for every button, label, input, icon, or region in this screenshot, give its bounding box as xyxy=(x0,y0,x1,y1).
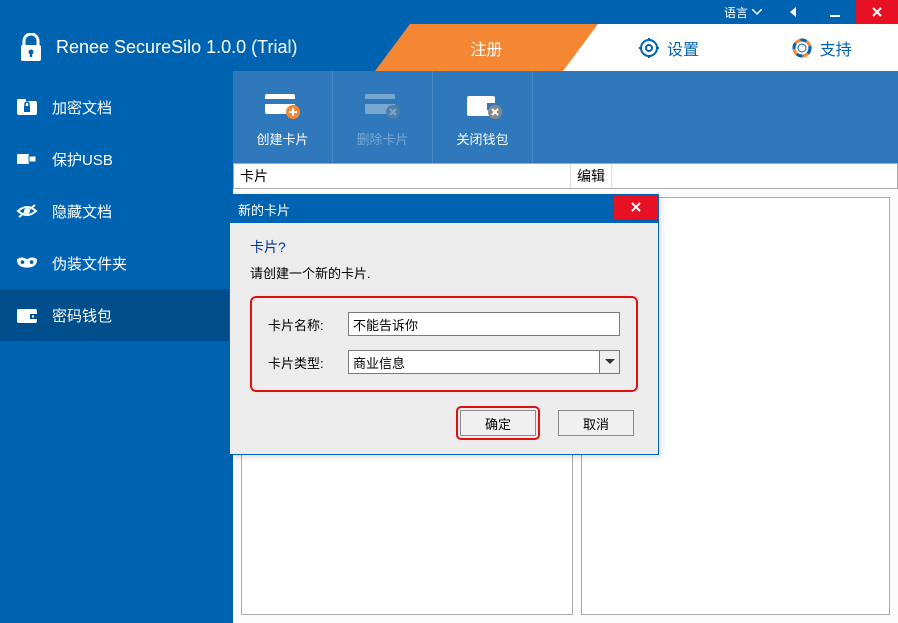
cancel-button[interactable]: 取消 xyxy=(558,410,634,436)
app-brand: Renee SecureSilo 1.0.0 (Trial) xyxy=(0,24,410,71)
create-card-button[interactable]: 创建卡片 xyxy=(233,71,333,163)
minimize-icon xyxy=(828,5,842,19)
sidebar-item-label: 伪装文件夹 xyxy=(52,253,127,274)
sidebar-item-password-wallet[interactable]: 密码钱包 xyxy=(0,289,233,341)
header: Renee SecureSilo 1.0.0 (Trial) 注册 设置 支持 xyxy=(0,24,898,71)
new-card-dialog: 新的卡片 卡片? 请创建一个新的卡片. 卡片名称: 卡片类型: xyxy=(229,194,659,455)
sidebar-item-label: 保护USB xyxy=(52,149,113,170)
close-button[interactable] xyxy=(856,0,898,24)
tab-support-label: 支持 xyxy=(820,36,852,60)
chevron-down-icon xyxy=(752,9,762,15)
sidebar-item-protect-usb[interactable]: 保护USB xyxy=(0,133,233,185)
sidebar-item-label: 加密文档 xyxy=(52,97,112,118)
language-label: 语言 xyxy=(724,4,748,21)
gear-icon xyxy=(639,38,659,58)
language-menu[interactable]: 语言 xyxy=(714,0,772,24)
app-title: Renee SecureSilo 1.0.0 (Trial) xyxy=(56,37,297,58)
card-type-label: 卡片类型: xyxy=(268,353,348,372)
eye-off-icon xyxy=(16,203,38,219)
sidebar: 加密文档 保护USB 隐藏文档 伪装文件夹 密码钱包 xyxy=(0,71,233,623)
card-type-select[interactable] xyxy=(348,350,620,374)
chevron-down-icon[interactable] xyxy=(599,351,619,373)
card-name-input[interactable] xyxy=(348,312,620,336)
toolbar: 创建卡片 删除卡片 关闭钱包 xyxy=(233,71,898,163)
folder-lock-icon xyxy=(16,98,38,116)
lifebuoy-icon xyxy=(792,38,812,58)
tab-register[interactable]: 注册 xyxy=(410,24,563,71)
ok-button[interactable]: 确定 xyxy=(460,410,536,436)
close-wallet-button[interactable]: 关闭钱包 xyxy=(433,71,533,163)
dialog-title-bar[interactable]: 新的卡片 xyxy=(230,195,658,223)
tab-settings-label: 设置 xyxy=(667,36,699,60)
column-headers: 卡片 编辑 xyxy=(233,163,898,189)
card-type-row: 卡片类型: xyxy=(268,350,620,374)
dialog-body: 卡片? 请创建一个新的卡片. 卡片名称: 卡片类型: 确定 取消 xyxy=(230,223,658,454)
tab-register-label: 注册 xyxy=(470,36,502,60)
wallet-icon xyxy=(16,306,38,324)
usb-icon xyxy=(16,151,38,167)
minimize-button[interactable] xyxy=(814,0,856,24)
card-name-label: 卡片名称: xyxy=(268,315,348,334)
card-name-row: 卡片名称: xyxy=(268,312,620,336)
delete-card-label: 删除卡片 xyxy=(356,129,408,148)
tab-support[interactable]: 支持 xyxy=(745,24,898,71)
sidebar-item-disguise-folder[interactable]: 伪装文件夹 xyxy=(0,237,233,289)
delete-card-button: 删除卡片 xyxy=(333,71,433,163)
mask-icon xyxy=(16,256,38,270)
card-delete-icon xyxy=(363,87,403,123)
sidebar-item-label: 隐藏文档 xyxy=(52,201,112,222)
card-type-value[interactable] xyxy=(348,350,620,374)
dialog-button-row: 确定 取消 xyxy=(250,410,638,436)
dialog-close-button[interactable] xyxy=(614,195,658,219)
lock-icon xyxy=(18,33,44,63)
close-icon xyxy=(870,5,884,19)
dialog-heading: 卡片? xyxy=(250,237,638,257)
dialog-title: 新的卡片 xyxy=(238,200,290,219)
dialog-form: 卡片名称: 卡片类型: xyxy=(250,296,638,392)
column-card[interactable]: 卡片 xyxy=(234,164,571,188)
sidebar-item-hide-docs[interactable]: 隐藏文档 xyxy=(0,185,233,237)
create-card-label: 创建卡片 xyxy=(256,129,308,148)
close-wallet-label: 关闭钱包 xyxy=(456,129,508,148)
back-button[interactable] xyxy=(772,0,814,24)
sidebar-item-encrypt-docs[interactable]: 加密文档 xyxy=(0,81,233,133)
close-icon xyxy=(630,201,642,213)
header-tabs: 注册 设置 支持 xyxy=(410,24,898,71)
window-top-bar: 语言 xyxy=(0,0,898,24)
sidebar-item-label: 密码钱包 xyxy=(52,305,112,326)
column-edit[interactable]: 编辑 xyxy=(571,164,612,188)
dialog-subtext: 请创建一个新的卡片. xyxy=(250,263,638,282)
wallet-close-icon xyxy=(463,87,503,123)
card-add-icon xyxy=(263,87,303,123)
triangle-left-icon xyxy=(786,5,800,19)
